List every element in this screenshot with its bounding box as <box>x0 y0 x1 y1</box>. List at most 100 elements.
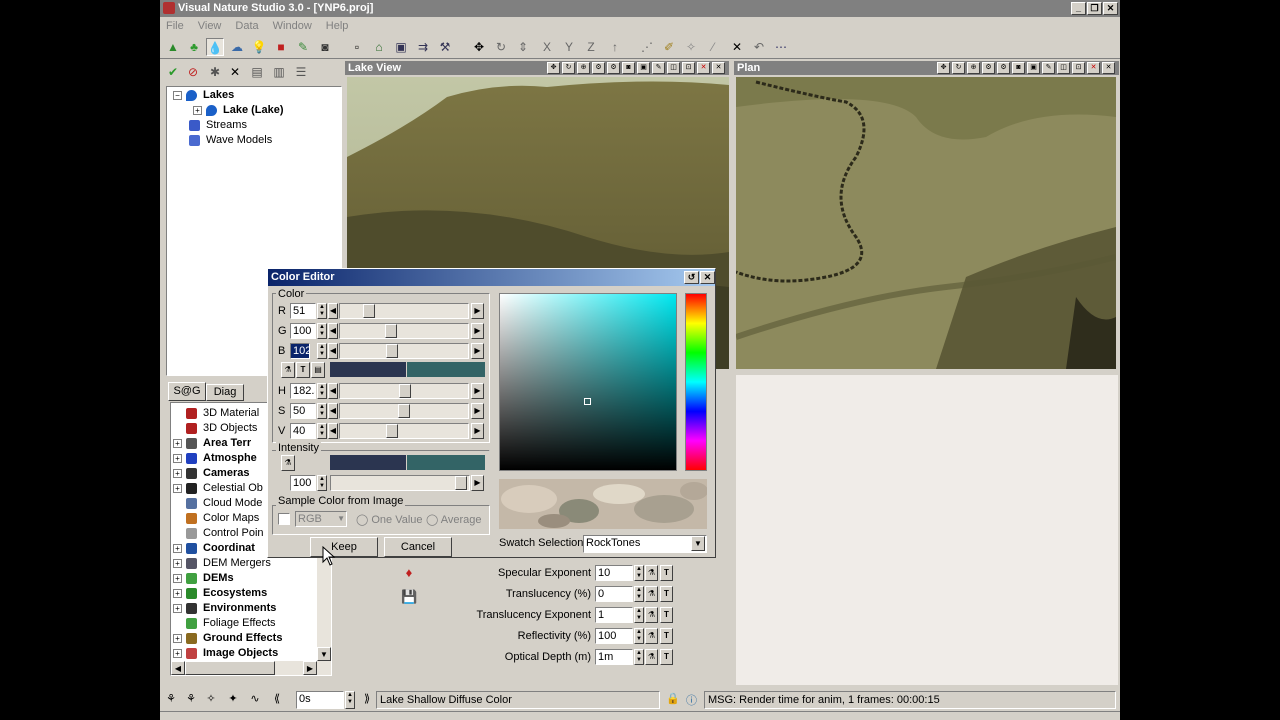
intensity-spinner[interactable]: ▲ ▼ <box>317 475 327 491</box>
tree-icon[interactable]: ⌂ <box>370 38 388 56</box>
intensity-field[interactable]: 100 <box>290 475 316 491</box>
material-icon[interactable]: ♦ <box>401 565 417 581</box>
vp-rotate-icon[interactable]: ↻ <box>562 62 575 74</box>
channel-left-icon[interactable]: ◀ <box>328 403 338 419</box>
enable-icon[interactable]: ✔ <box>164 63 182 81</box>
channel-slider-g[interactable] <box>339 323 469 339</box>
keyframe-icon[interactable]: ⚘ <box>182 690 200 708</box>
param-icon[interactable]: ⟫ <box>358 690 376 708</box>
property-spinner[interactable]: ▲ ▼ <box>634 649 644 665</box>
key-add-icon[interactable]: ✧ <box>202 690 220 708</box>
vp-settings-icon[interactable]: ⚙ <box>997 62 1010 74</box>
expand-icon[interactable]: + <box>173 468 182 478</box>
menu-help[interactable]: Help <box>326 20 349 32</box>
vp-zoom-icon[interactable]: ⊕ <box>967 62 980 74</box>
sg-list-item[interactable]: +3D Material <box>173 406 259 421</box>
point-edit-icon[interactable]: ✐ <box>660 38 678 56</box>
vp-max-icon[interactable]: ⊡ <box>682 62 695 74</box>
channel-slider-v[interactable] <box>339 423 469 439</box>
channel-field-s[interactable]: 50 <box>290 403 316 419</box>
anim-icon[interactable]: ⚘ <box>162 690 180 708</box>
tab-sg[interactable]: S@G <box>168 382 206 401</box>
lock-icon[interactable]: 🔒 <box>666 692 680 706</box>
sg-list-item[interactable]: + Area Terr <box>173 436 251 451</box>
sg-list-item[interactable]: + DEMs <box>173 571 234 586</box>
expand-icon[interactable]: + <box>173 603 182 613</box>
minimize-button[interactable]: _ <box>1071 2 1086 15</box>
vp-zoom-icon[interactable]: ⊕ <box>577 62 590 74</box>
scroll-left-icon[interactable]: ◀ <box>171 661 185 675</box>
lake-icon[interactable]: 💧 <box>206 38 224 56</box>
save-icon[interactable]: 💾 <box>401 589 417 605</box>
menu-view[interactable]: View <box>198 20 222 32</box>
channel-thumb-r[interactable] <box>363 304 375 318</box>
expand-icon[interactable]: + <box>173 588 182 598</box>
sample-mode-select[interactable]: RGB ▼ <box>295 511 347 527</box>
foliage-icon[interactable]: ♣ <box>185 38 203 56</box>
terrain-icon[interactable]: ▲ <box>164 38 182 56</box>
tree-item-lake[interactable]: + Lake (Lake) <box>193 103 284 118</box>
expand-icon[interactable]: + <box>173 558 182 568</box>
dialog-close-icon[interactable]: ✕ <box>700 271 715 284</box>
tree-item-wave-models[interactable]: Wave Models <box>189 133 272 148</box>
channel-slider-h[interactable] <box>339 383 469 399</box>
vp-move-icon[interactable]: ✥ <box>547 62 560 74</box>
tree-item-lakes[interactable]: − Lakes <box>173 88 234 103</box>
keyframe-icon[interactable]: ⚗ <box>645 586 658 602</box>
channel-thumb-s[interactable] <box>398 404 410 418</box>
channel-spinner-s[interactable]: ▲ ▼ <box>317 403 327 419</box>
sg-list-item[interactable]: + DEM Mergers <box>173 556 271 571</box>
dialog-restore-icon[interactable]: ↺ <box>684 271 699 284</box>
tree-item-streams[interactable]: Streams <box>189 118 247 133</box>
expand-icon[interactable]: + <box>173 483 182 493</box>
image-icon[interactable]: ▣ <box>392 38 410 56</box>
vp-view-icon[interactable]: ▣ <box>637 62 650 74</box>
expand-icon[interactable]: + <box>173 633 182 643</box>
sg-list-item[interactable]: + Coordinat <box>173 541 255 556</box>
sg-list-item[interactable]: + Environments <box>173 601 276 616</box>
channel-right-icon[interactable]: ▶ <box>471 423 484 439</box>
swatch-select[interactable]: RockTones ▼ <box>583 535 707 553</box>
channel-thumb-b[interactable] <box>386 344 398 358</box>
property-spinner[interactable]: ▲ ▼ <box>634 586 644 602</box>
paint-icon[interactable]: ✎ <box>294 38 312 56</box>
intensity-slider[interactable] <box>330 475 470 491</box>
point-move-icon[interactable]: ✧ <box>682 38 700 56</box>
expand-icon[interactable]: + <box>173 543 182 553</box>
expand-icon[interactable]: + <box>173 453 182 463</box>
vp-view-icon[interactable]: ▣ <box>1027 62 1040 74</box>
scroll-down-icon[interactable]: ▼ <box>317 647 331 661</box>
keyframe-icon[interactable]: ⚗ <box>645 628 658 644</box>
property-field[interactable]: 1m <box>595 649 633 665</box>
channel-left-icon[interactable]: ◀ <box>328 383 338 399</box>
delete-icon[interactable]: ✕ <box>728 38 746 56</box>
menu-data[interactable]: Data <box>235 20 258 32</box>
keyframe-icon[interactable]: ⚗ <box>645 649 658 665</box>
list-icon[interactable]: ☰ <box>292 63 310 81</box>
sg-list-item[interactable]: +Color Maps <box>173 511 259 526</box>
property-field[interactable]: 1 <box>595 607 633 623</box>
y-axis-icon[interactable]: Y <box>560 38 578 56</box>
channel-spinner-g[interactable]: ▲ ▼ <box>317 323 327 339</box>
property-spinner[interactable]: ▲ ▼ <box>634 565 644 581</box>
channel-left-icon[interactable]: ◀ <box>328 343 338 359</box>
time-field[interactable]: 0s <box>296 691 344 709</box>
property-field[interactable]: 0 <box>595 586 633 602</box>
eyedropper-icon[interactable]: ⚗ <box>281 362 295 378</box>
point-add-icon[interactable]: ⋰ <box>638 38 656 56</box>
property-spinner[interactable]: ▲ ▼ <box>634 628 644 644</box>
channel-slider-s[interactable] <box>339 403 469 419</box>
channel-right-icon[interactable]: ▶ <box>471 403 484 419</box>
property-field[interactable]: 10 <box>595 565 633 581</box>
keyframe-icon[interactable]: ⚗ <box>645 565 658 581</box>
sg-list-item[interactable]: + Celestial Ob <box>173 481 263 496</box>
light-icon[interactable]: 💡 <box>250 38 268 56</box>
channel-slider-b[interactable] <box>339 343 469 359</box>
one-value-radio[interactable]: ◯ One Value <box>356 513 423 526</box>
vp-edit-icon[interactable]: ✎ <box>1042 62 1055 74</box>
prev-key-icon[interactable]: ⟪ <box>268 690 286 708</box>
collapse-icon[interactable]: − <box>173 90 182 100</box>
vp-camera-icon[interactable]: ◙ <box>622 62 635 74</box>
channel-left-icon[interactable]: ◀ <box>328 423 338 439</box>
channel-right-icon[interactable]: ▶ <box>471 343 484 359</box>
